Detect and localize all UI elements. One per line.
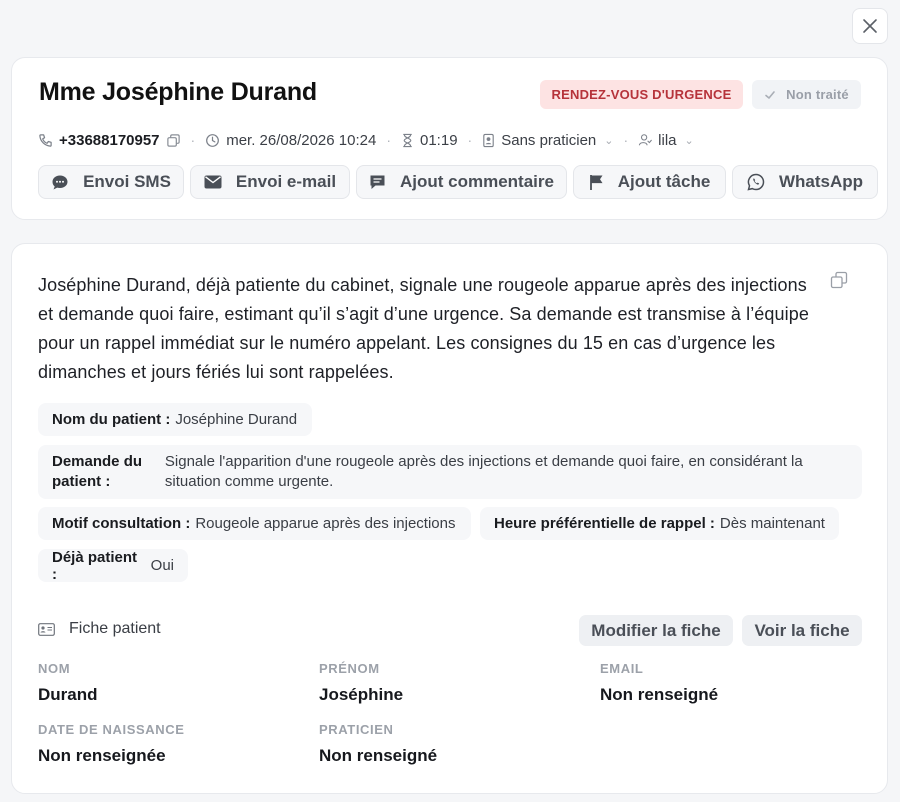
status-toggle[interactable]: Non traité	[752, 80, 861, 109]
field-value: Non renseignée	[38, 746, 166, 765]
separator: ·	[190, 132, 196, 148]
add-task-button[interactable]: Ajout tâche	[573, 165, 726, 199]
field-label: NOM	[38, 661, 71, 676]
close-icon	[863, 19, 877, 33]
chevron-down-icon: ⌄	[684, 134, 694, 147]
call-header-card: Mme Joséphine Durand RENDEZ-VOUS D'URGEN…	[11, 57, 888, 220]
detail-value: Dès maintenant	[719, 515, 825, 532]
assignee-select[interactable]: lila ⌄	[638, 132, 694, 149]
send-email-button[interactable]: Envoi e-mail	[190, 165, 350, 199]
badge-icon	[483, 133, 494, 147]
practitioner-value: Sans praticien	[501, 131, 597, 149]
assignee-value: lila	[658, 131, 677, 149]
comment-icon	[370, 175, 385, 189]
add-comment-button[interactable]: Ajout commentaire	[356, 165, 567, 199]
whatsapp-button[interactable]: WhatsApp	[732, 165, 878, 199]
field-praticien: PRATICIEN Non renseigné	[319, 722, 437, 766]
field-label: PRATICIEN	[319, 722, 394, 737]
separator: ·	[467, 132, 473, 148]
call-summary: Joséphine Durand, déjà patiente du cabin…	[38, 275, 809, 382]
send-sms-label: Envoi SMS	[83, 172, 171, 191]
detail-label: Demande du patient :	[52, 453, 143, 490]
view-record-button[interactable]: Voir la fiche	[742, 615, 862, 646]
separator: ·	[386, 132, 391, 148]
sms-icon	[52, 175, 68, 189]
field-value: Non renseigné	[319, 746, 438, 765]
add-comment-label: Ajout commentaire	[400, 172, 554, 191]
patient-record-header: Fiche patient	[38, 620, 161, 638]
field-label: DATE DE NAISSANCE	[38, 722, 185, 737]
send-sms-button[interactable]: Envoi SMS	[38, 165, 184, 199]
status-label: Non traité	[786, 87, 849, 102]
detail-nom-patient: Nom du patient : Joséphine Durand	[38, 403, 312, 436]
call-detail-card: Joséphine Durand, déjà patiente du cabin…	[11, 243, 888, 794]
field-prenom: PRÉNOM Joséphine	[319, 661, 403, 705]
action-bar: Envoi SMS Envoi e-mail Ajout commentaire…	[38, 165, 878, 199]
phone-number: +33688170957	[59, 131, 160, 149]
id-card-icon	[38, 622, 55, 636]
detail-label: Motif consultation :	[52, 515, 191, 532]
detail-value: Joséphine Durand	[175, 411, 298, 428]
chevron-down-icon: ⌄	[604, 134, 614, 147]
check-icon	[765, 90, 775, 99]
detail-label: Déjà patient :	[52, 548, 138, 583]
detail-demande-patient: Demande du patient : Signale l'apparitio…	[38, 445, 862, 499]
copy-summary-icon[interactable]	[830, 271, 848, 289]
detail-value: Rougeole apparue après des injections	[195, 515, 456, 532]
detail-value: Oui	[150, 557, 174, 574]
duration-info: 01:19	[401, 132, 458, 149]
detail-value: Signale l'apparition d'une rougeole aprè…	[164, 453, 803, 490]
phone-info: +33688170957	[38, 132, 181, 149]
datetime-info: mer. 26/08/2026 10:24	[205, 132, 376, 149]
page-title: Mme Joséphine Durand	[39, 78, 317, 106]
detail-label: Nom du patient :	[52, 411, 171, 428]
call-datetime: mer. 26/08/2026 10:24	[226, 131, 377, 149]
call-duration: 01:19	[420, 131, 458, 149]
modify-record-button[interactable]: Modifier la fiche	[579, 615, 733, 646]
patient-record-title: Fiche patient	[69, 620, 161, 637]
field-label: EMAIL	[600, 661, 644, 676]
close-button[interactable]	[852, 8, 888, 44]
field-value: Non renseigné	[600, 685, 719, 704]
send-email-label: Envoi e-mail	[235, 172, 337, 191]
urgent-badge: RENDEZ-VOUS D'URGENCE	[540, 80, 743, 109]
mail-icon	[204, 175, 222, 189]
user-icon	[638, 134, 653, 146]
separator: ·	[623, 132, 629, 148]
call-meta: +33688170957 · mer. 26/08/2026 10:24 · 0…	[38, 129, 694, 151]
detail-deja-patient: Déjà patient : Oui	[38, 548, 188, 583]
copy-phone-icon[interactable]	[166, 133, 181, 148]
practitioner-select[interactable]: Sans praticien ⌄	[482, 131, 614, 149]
add-task-label: Ajout tâche	[617, 172, 711, 191]
field-date-naissance: DATE DE NAISSANCE Non renseignée	[38, 722, 184, 766]
detail-motif-consultation: Motif consultation : Rougeole apparue ap…	[38, 507, 471, 540]
whatsapp-icon	[747, 173, 765, 191]
field-label: PRÉNOM	[319, 661, 380, 676]
field-email: EMAIL Non renseigné	[600, 661, 718, 705]
field-nom: NOM Durand	[38, 661, 98, 705]
clock-icon	[206, 133, 220, 147]
flag-icon	[589, 174, 603, 190]
hourglass-icon	[403, 133, 412, 147]
field-value: Durand	[38, 685, 98, 704]
detail-heure-rappel: Heure préférentielle de rappel : Dès mai…	[480, 507, 839, 540]
phone-icon	[39, 133, 52, 147]
whatsapp-label: WhatsApp	[778, 172, 864, 191]
detail-label: Heure préférentielle de rappel :	[494, 515, 715, 532]
field-value: Joséphine	[319, 685, 404, 704]
